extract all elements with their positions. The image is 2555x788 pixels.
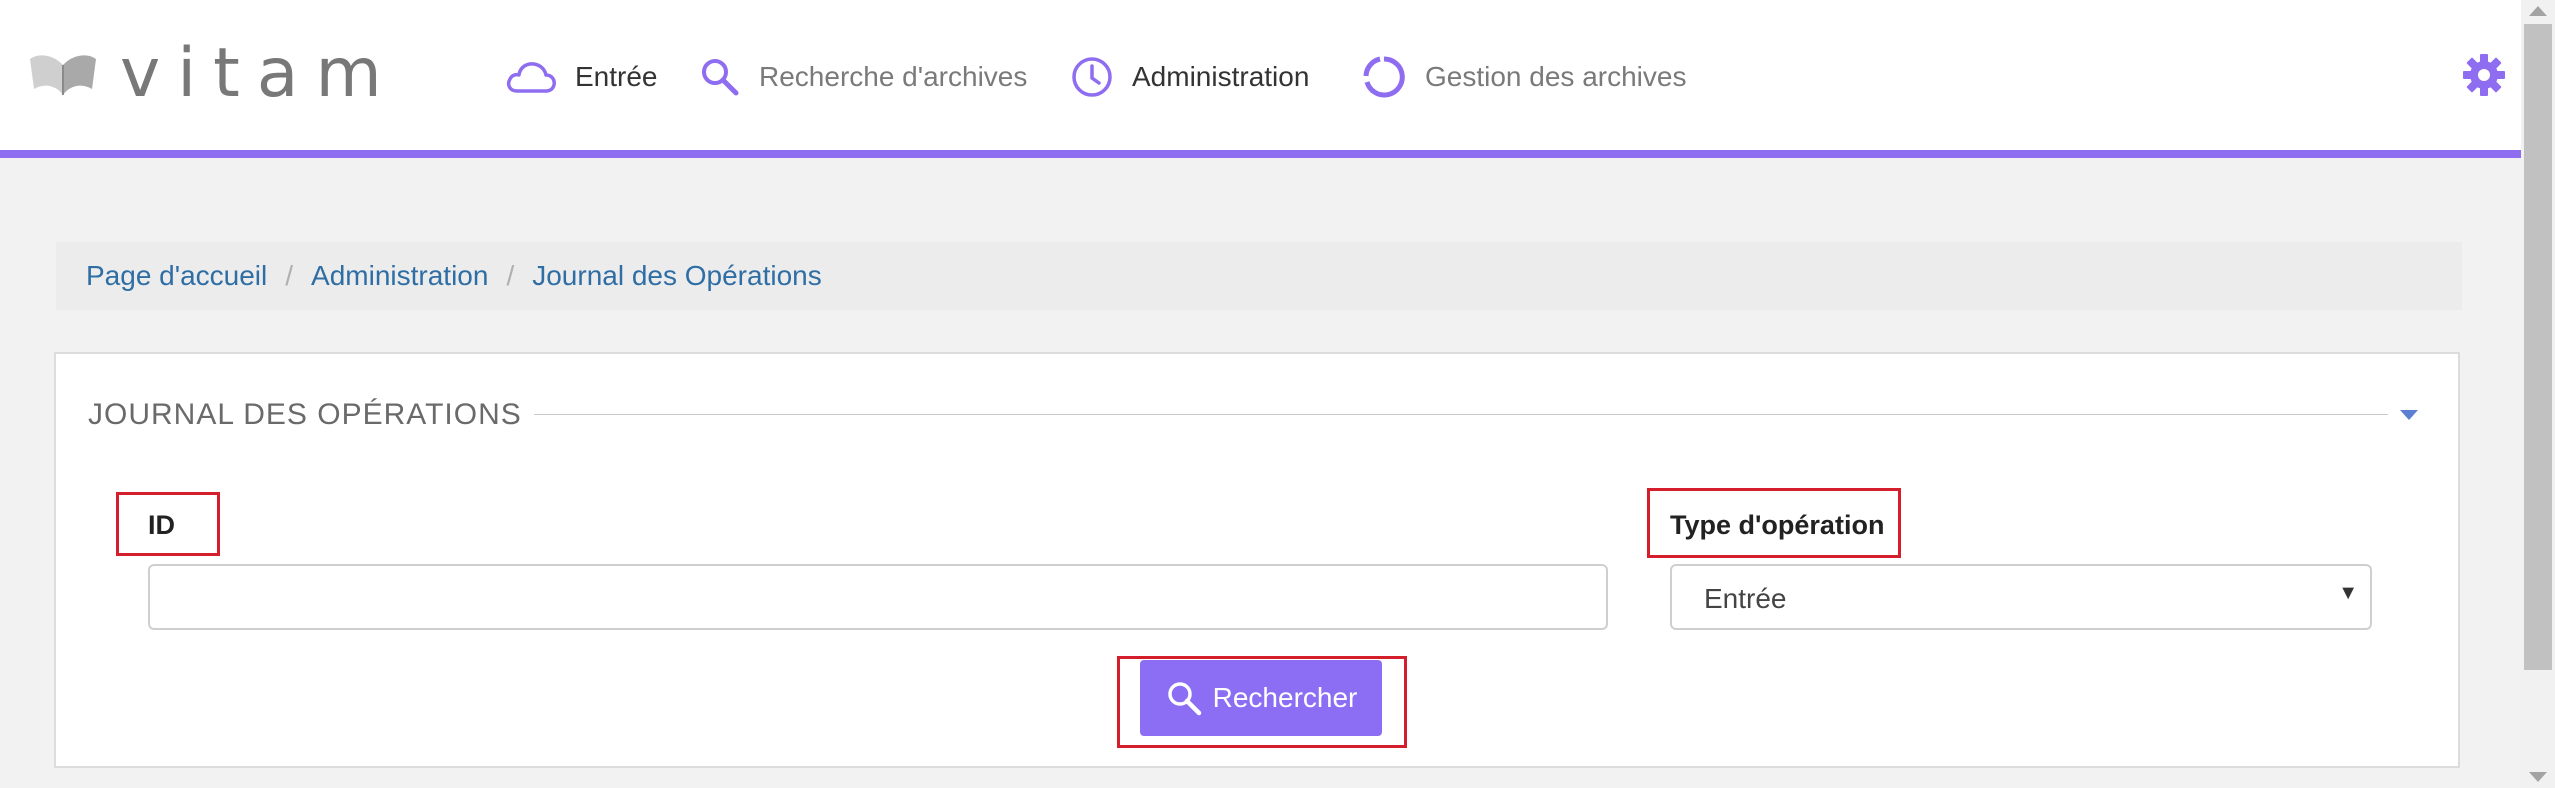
open-book-icon <box>30 55 96 95</box>
scroll-up-arrow-icon[interactable] <box>2529 6 2547 16</box>
operation-type-select[interactable]: Entrée ▼ <box>1670 564 2372 630</box>
nav-label: Recherche d'archives <box>759 61 1028 92</box>
nav-entree[interactable]: Entrée <box>505 50 658 104</box>
nav-label: Administration <box>1132 61 1310 92</box>
app-logo[interactable]: vitam <box>28 34 399 114</box>
id-label: ID <box>148 510 175 540</box>
breadcrumb-journal-link[interactable]: Journal des Opérations <box>532 260 822 292</box>
nav-label: Entrée <box>575 61 658 92</box>
gear-icon <box>2463 54 2505 96</box>
panel-title: JOURNAL DES OPÉRATIONS <box>88 398 522 431</box>
caret-down-icon[interactable] <box>2400 410 2418 420</box>
operations-journal-panel: JOURNAL DES OPÉRATIONS ID Type d'opérati… <box>54 352 2460 768</box>
id-input[interactable] <box>148 564 1608 630</box>
nav-label: Gestion des archives <box>1425 61 1687 92</box>
clock-icon <box>1072 57 1112 97</box>
nav-gestion-archives[interactable]: Gestion des archives <box>1361 50 1686 104</box>
scroll-down-arrow-icon[interactable] <box>2529 772 2547 782</box>
search-button-label: Rechercher <box>1212 682 1358 713</box>
search-icon <box>1167 682 1201 716</box>
breadcrumb-separator: / <box>506 260 515 291</box>
select-caret-icon: ▼ <box>2338 582 2358 604</box>
breadcrumb-administration-link[interactable]: Administration <box>311 260 488 292</box>
nav-recherche-archives[interactable]: Recherche d'archives <box>699 50 1027 104</box>
operation-type-label: Type d'opération <box>1670 510 1885 540</box>
logo-text: vitam <box>120 34 399 113</box>
cloud-icon <box>506 62 556 93</box>
breadcrumb: Page d'accueil / Administration / Journa… <box>56 242 2462 310</box>
nav-administration[interactable]: Administration <box>1070 50 1309 104</box>
scrollbar-thumb[interactable] <box>2524 24 2552 670</box>
operation-type-value: Entrée <box>1704 583 1787 614</box>
circle-progress-icon <box>1363 56 1405 98</box>
breadcrumb-home-link[interactable]: Page d'accueil <box>86 260 267 292</box>
panel-divider <box>534 414 2388 415</box>
search-button[interactable]: Rechercher <box>1140 660 1382 736</box>
breadcrumb-separator: / <box>285 260 294 291</box>
search-icon <box>702 59 739 96</box>
top-navbar: vitam Entrée Recherche d'archives Admini… <box>0 0 2521 158</box>
settings-button[interactable] <box>2461 52 2507 103</box>
